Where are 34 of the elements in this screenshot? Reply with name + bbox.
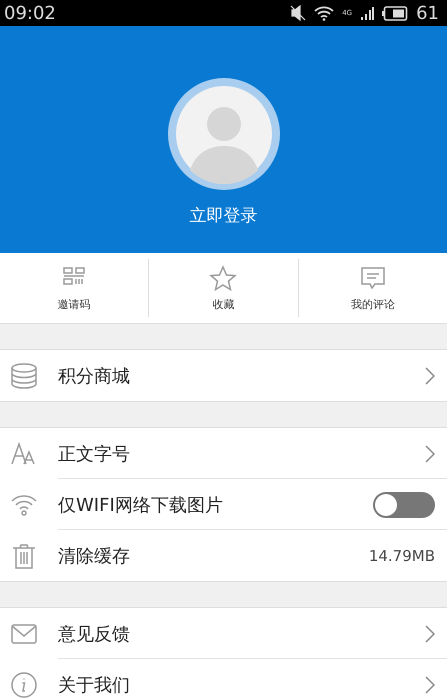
quick-action[interactable]: 我的评论 [298, 259, 447, 317]
wifi-icon [314, 5, 334, 21]
avatar[interactable] [168, 78, 280, 190]
row-label: 积分商城 [58, 364, 131, 388]
muted-speaker-icon [290, 5, 306, 21]
settings-row[interactable]: 意见反馈 [0, 608, 447, 659]
clock: 09:02 [4, 2, 56, 24]
row-label: 关于我们 [58, 674, 131, 696]
settings-row[interactable]: 清除缓存 14.79MB [0, 530, 447, 581]
battery-icon [382, 6, 408, 20]
settings-row[interactable]: 正文字号 [0, 428, 447, 479]
trash-icon [10, 542, 38, 570]
comment-icon [358, 264, 387, 290]
row-label: 正文字号 [58, 442, 131, 466]
row-label: 清除缓存 [58, 544, 131, 568]
settings-row[interactable]: 仅WIFI网络下载图片 [0, 479, 447, 530]
chevron-icon [425, 676, 435, 694]
chevron-icon [425, 366, 435, 384]
row-label: 意见反馈 [58, 622, 131, 646]
star-icon [209, 264, 238, 290]
chevron-icon [425, 444, 435, 462]
signal-icon [360, 6, 374, 20]
cache-size: 14.79MB [368, 546, 435, 564]
battery-level: 61 [416, 2, 439, 24]
row-label: 仅WIFI网络下载图片 [58, 494, 224, 516]
login-link[interactable]: 立即登录 [190, 204, 258, 227]
quick-action[interactable]: 收藏 [149, 259, 298, 317]
settings-row[interactable]: 积分商城 [0, 350, 447, 401]
quick-action[interactable]: 邀请码 [0, 259, 148, 317]
settings-row[interactable]: 关于我们 [0, 659, 447, 699]
chevron-icon [425, 624, 435, 642]
info-icon [10, 670, 38, 698]
database-icon [10, 362, 38, 390]
wifi-only-toggle[interactable] [373, 492, 435, 518]
